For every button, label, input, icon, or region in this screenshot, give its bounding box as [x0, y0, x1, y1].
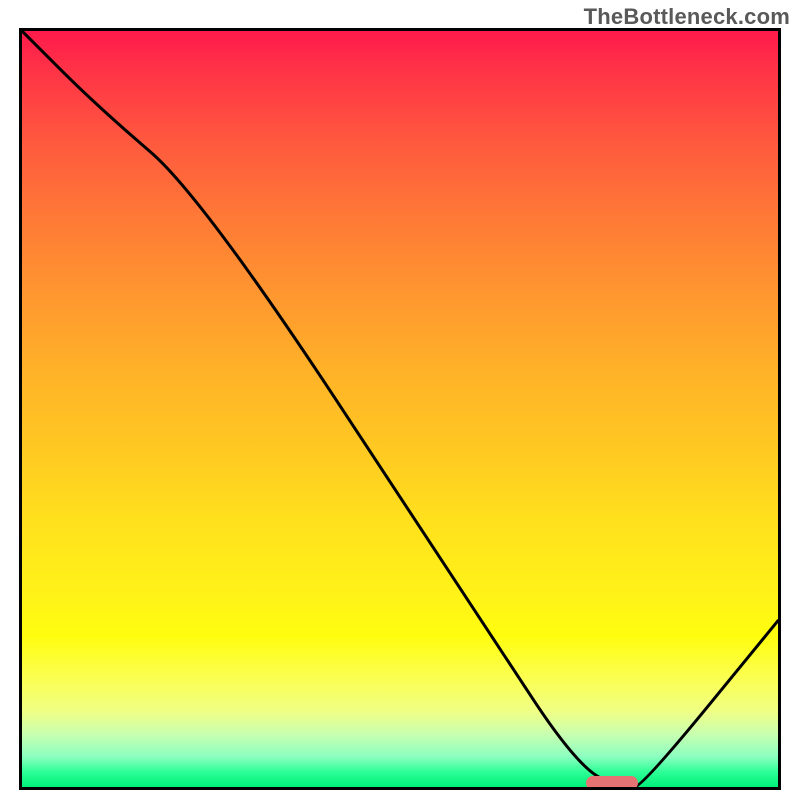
- optimum-marker: [586, 776, 638, 790]
- chart-plot-area: [19, 28, 781, 790]
- bottleneck-curve: [22, 31, 778, 787]
- watermark-text: TheBottleneck.com: [584, 4, 790, 30]
